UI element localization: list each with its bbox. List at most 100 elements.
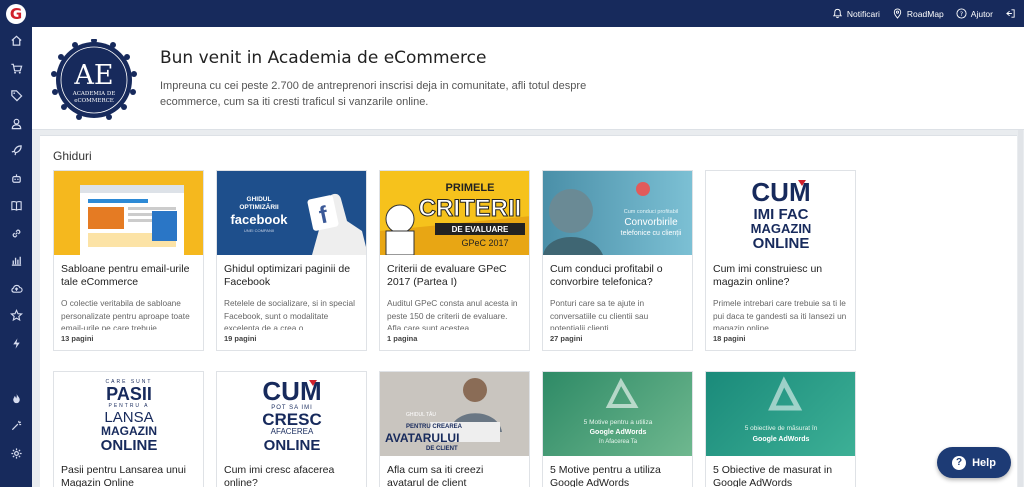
sidebar-item-favorites[interactable]	[0, 302, 32, 330]
guide-card-description: Ponturi care sa te ajute in conversatiil…	[550, 298, 649, 330]
guide-card-description: Primele intrebari care trebuie sa ti le …	[713, 298, 847, 330]
guide-thumbnail: CARE SUNT PASII PENTRU A LANSA MAGAZIN O…	[54, 372, 203, 456]
guide-thumbnail: f GHIDUL OPTIMIZĂRII facebook UNEI COMPA…	[217, 171, 366, 255]
guide-card-title: Cum imi construiesc un magazin online?	[713, 263, 823, 288]
main-content: AE ACADEMIA DE eCOMMERCE Bun venit in Ac…	[32, 27, 1024, 487]
svg-text:Google AdWords: Google AdWords	[590, 429, 647, 436]
svg-text:5 Motive pentru a utiliza: 5 Motive pentru a utiliza	[584, 419, 653, 426]
guide-card-title: Criterii de evaluare GPeC 2017 (Partea I…	[387, 263, 507, 288]
logo-text-1: ACADEMIA DE	[72, 91, 116, 97]
guide-card-grow-business[interactable]: CUM POT SA IMI CRESC AFACEREA ONLINE Cum…	[216, 371, 367, 487]
sidebar-item-home[interactable]	[0, 27, 32, 55]
svg-text:PASII: PASII	[106, 384, 152, 404]
svg-text:DE EVALUARE: DE EVALUARE	[452, 225, 509, 234]
help-circle-icon: ?	[956, 8, 967, 19]
svg-text:Cum conduci profitabil: Cum conduci profitabil	[624, 209, 678, 215]
guide-card-title: Cum conduci profitabil o convorbire tele…	[550, 263, 663, 288]
logout-icon	[1006, 9, 1015, 18]
academy-logo: AE ACADEMIA DE eCOMMERCE	[51, 39, 137, 120]
svg-text:ONLINE: ONLINE	[101, 437, 158, 454]
sidebar-item-integrations[interactable]	[0, 220, 32, 248]
guide-card-build-store[interactable]: CUM IMI FAC MAGAZIN ONLINE Cum imi const…	[705, 170, 856, 351]
guide-card-facebook[interactable]: f GHIDUL OPTIMIZĂRII facebook UNEI COMPA…	[216, 170, 367, 351]
svg-text:PENTRU CREAREA: PENTRU CREAREA	[406, 424, 463, 430]
svg-text:ONLINE: ONLINE	[753, 235, 810, 252]
tag-icon	[10, 90, 22, 102]
guide-card-customer-avatar[interactable]: GHIDUL TĂU PENTRU CREAREA AVATARULUI DE …	[379, 371, 530, 487]
sidebar-item-settings[interactable]	[0, 440, 32, 468]
sidebar-item-reports[interactable]	[0, 247, 32, 275]
link-icon	[12, 229, 20, 238]
svg-text:UNEI COMPANII: UNEI COMPANII	[244, 228, 274, 233]
svg-text:AFACEREA: AFACEREA	[271, 427, 314, 436]
rocket-icon	[11, 145, 22, 156]
page-scrollbar[interactable]	[1018, 130, 1023, 487]
sidebar-item-customers[interactable]	[0, 110, 32, 138]
roadmap-link[interactable]: RoadMap	[892, 8, 944, 19]
sidebar-item-tools[interactable]	[0, 412, 32, 440]
guides-title: Ghiduri	[53, 149, 92, 163]
star-icon	[9, 309, 23, 322]
guide-card-adwords-reasons[interactable]: 5 Motive pentru a utiliza Google AdWords…	[542, 371, 693, 487]
guide-card-pages: 18 pagini	[713, 334, 746, 343]
guide-thumbnail	[54, 171, 203, 255]
settings-icon	[10, 448, 22, 459]
guide-card-description: Retelele de socializare, si in special F…	[224, 298, 355, 330]
sidebar-item-cloud[interactable]	[0, 275, 32, 303]
notifications-link[interactable]: Notificari	[832, 8, 880, 19]
svg-text:PRIMELE: PRIMELE	[446, 182, 495, 194]
guide-card-phone-call[interactable]: Cum conduci profitabil Convorbirile tele…	[542, 170, 693, 351]
roadmap-label: RoadMap	[906, 8, 944, 19]
app-logo[interactable]: G	[0, 0, 32, 27]
guide-card-title: Ghidul optimizari paginii de Facebook	[224, 263, 351, 288]
svg-text:GPeC 2017: GPeC 2017	[461, 238, 508, 248]
guide-card-description: O colectie veritabila de sabloane person…	[61, 298, 190, 330]
logo-initials: AE	[73, 60, 113, 91]
guide-thumbnail: CUM POT SA IMI CRESC AFACEREA ONLINE	[217, 372, 366, 456]
logout-button[interactable]	[1005, 8, 1016, 19]
guide-card-title: Pasii pentru Lansarea unui Magazin Onlin…	[61, 464, 186, 487]
svg-text:Google AdWords: Google AdWords	[753, 436, 810, 443]
magic-icon	[11, 421, 21, 431]
svg-text:ONLINE: ONLINE	[264, 437, 321, 454]
svg-text:GHIDUL: GHIDUL	[247, 196, 272, 203]
guide-card-email-templates[interactable]: Sabloane pentru email-urile tale eCommer…	[53, 170, 204, 351]
sidebar-item-trending[interactable]	[0, 385, 32, 413]
svg-text:telefonice cu clienții: telefonice cu clienții	[621, 230, 682, 237]
welcome-title: Bun venit in Academia de eCommerce	[160, 48, 487, 68]
welcome-banner: AE ACADEMIA DE eCOMMERCE Bun venit in Ac…	[32, 27, 1024, 130]
guide-thumbnail: Cum conduci profitabil Convorbirile tele…	[543, 171, 692, 255]
guide-card-pages: 1 pagina	[387, 334, 418, 343]
guide-card-pages: 19 pagini	[224, 334, 257, 343]
bolt-icon	[12, 338, 20, 349]
guide-card-adwords-goals[interactable]: 5 obiective de măsurat în Google AdWords…	[705, 371, 856, 487]
welcome-subtitle: Impreuna cu cei peste 2.700 de antrepren…	[160, 80, 587, 108]
sidebar-item-products[interactable]	[0, 82, 32, 110]
help-label: Ajutor	[970, 8, 993, 19]
fire-icon	[12, 393, 20, 403]
help-button[interactable]: ? Help	[937, 447, 1011, 478]
svg-text:OPTIMIZĂRII: OPTIMIZĂRII	[239, 202, 279, 211]
guide-card-title: 5 Motive pentru a utiliza Google AdWords	[550, 464, 661, 487]
guide-thumbnail: GHIDUL TĂU PENTRU CREAREA AVATARULUI DE …	[380, 372, 529, 456]
help-button-label: Help	[972, 456, 996, 469]
users-icon	[11, 118, 21, 129]
sidebar-item-academy[interactable]	[0, 192, 32, 220]
sidebar-item-marketing[interactable]	[0, 137, 32, 165]
svg-text:AVATARULUI: AVATARULUI	[385, 431, 459, 445]
guide-card-launch-steps[interactable]: CARE SUNT PASII PENTRU A LANSA MAGAZIN O…	[53, 371, 204, 487]
sidebar-item-automation[interactable]	[0, 165, 32, 193]
sidebar-item-orders[interactable]	[0, 55, 32, 83]
guide-card-gpec-criteria[interactable]: PRIMELE CRITERII DE EVALUARE GPeC 2017 C…	[379, 170, 530, 351]
guide-thumbnail: 5 obiective de măsurat în Google AdWords	[706, 372, 855, 456]
svg-text:GHIDUL TĂU: GHIDUL TĂU	[406, 411, 436, 418]
guide-card-title: 5 Obiective de masurat in Google AdWords	[713, 464, 833, 487]
guide-thumbnail: 5 Motive pentru a utiliza Google AdWords…	[543, 372, 692, 456]
book-icon	[10, 201, 22, 212]
top-bar: G Notificari RoadMap ? Ajutor	[0, 0, 1024, 27]
svg-text:MAGAZIN: MAGAZIN	[101, 424, 157, 438]
sidebar-item-quick[interactable]	[0, 330, 32, 358]
help-link[interactable]: ? Ajutor	[956, 8, 993, 19]
sidebar	[0, 27, 32, 487]
svg-text:MAGAZIN: MAGAZIN	[751, 221, 812, 236]
